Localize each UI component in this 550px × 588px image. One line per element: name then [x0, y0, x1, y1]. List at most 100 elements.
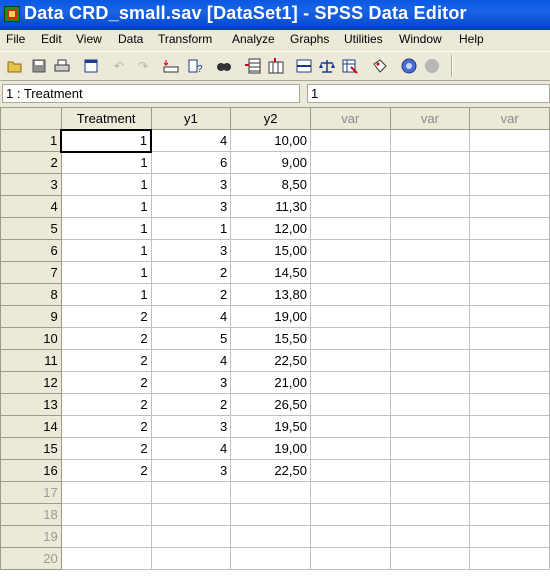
row-number[interactable]: 8 — [0, 283, 62, 306]
empty-cell[interactable] — [309, 547, 391, 570]
column-header-var[interactable]: var — [389, 107, 471, 130]
row-number[interactable]: 2 — [0, 151, 62, 174]
data-cell[interactable]: 9,00 — [230, 151, 311, 174]
data-cell[interactable]: 2 — [60, 437, 152, 460]
empty-cell[interactable] — [389, 151, 471, 174]
empty-cell[interactable] — [389, 217, 471, 240]
data-cell[interactable]: 3 — [150, 173, 232, 196]
empty-cell[interactable] — [469, 217, 550, 240]
empty-cell[interactable] — [389, 393, 471, 416]
show-all-icon[interactable] — [424, 58, 440, 74]
data-cell[interactable]: 3 — [150, 195, 232, 218]
row-number[interactable]: 18 — [0, 503, 62, 526]
data-cell[interactable]: 22,50 — [230, 459, 311, 482]
data-cell[interactable]: 2 — [60, 371, 152, 394]
empty-cell[interactable] — [469, 437, 550, 460]
empty-cell[interactable] — [309, 481, 391, 504]
data-cell[interactable]: 1 — [60, 173, 152, 196]
row-number[interactable]: 13 — [0, 393, 62, 416]
empty-cell[interactable] — [389, 437, 471, 460]
empty-cell[interactable] — [389, 261, 471, 284]
empty-cell[interactable] — [469, 195, 550, 218]
row-number[interactable]: 17 — [0, 481, 62, 504]
empty-cell[interactable] — [389, 129, 471, 152]
weight-cases-icon[interactable] — [319, 58, 335, 74]
data-cell[interactable]: 1 — [60, 283, 152, 306]
empty-cell[interactable] — [389, 415, 471, 438]
data-cell[interactable]: 4 — [150, 129, 232, 152]
data-cell[interactable]: 19,00 — [230, 305, 311, 328]
value-labels-icon[interactable] — [372, 58, 388, 74]
empty-cell[interactable] — [469, 503, 550, 526]
split-file-icon[interactable] — [296, 58, 312, 74]
menu-analyze[interactable]: Analyze — [232, 32, 275, 46]
data-cell[interactable]: 13,80 — [230, 283, 311, 306]
select-cases-icon[interactable] — [342, 58, 358, 74]
empty-cell[interactable] — [309, 261, 391, 284]
data-cell[interactable]: 11,30 — [230, 195, 311, 218]
title-bar[interactable]: Data CRD_small.sav [DataSet1] - SPSS Dat… — [0, 0, 550, 30]
variables-icon[interactable]: ? — [187, 58, 203, 75]
data-cell[interactable]: 19,50 — [230, 415, 311, 438]
row-number[interactable]: 3 — [0, 173, 62, 196]
redo-icon[interactable]: ↷ — [135, 58, 151, 74]
row-number[interactable]: 7 — [0, 261, 62, 284]
column-header-y1[interactable]: y1 — [150, 107, 232, 130]
menu-data[interactable]: Data — [118, 32, 143, 46]
data-cell[interactable]: 15,50 — [230, 327, 311, 350]
data-cell[interactable]: 2 — [60, 327, 152, 350]
data-cell[interactable]: 4 — [150, 305, 232, 328]
data-cell[interactable]: 22,50 — [230, 349, 311, 372]
menu-view[interactable]: View — [76, 32, 102, 46]
active-cell[interactable]: 1 — [60, 128, 153, 153]
empty-cell[interactable] — [309, 437, 391, 460]
empty-cell[interactable] — [469, 151, 550, 174]
data-cell[interactable]: 2 — [60, 393, 152, 416]
data-cell[interactable]: 8,50 — [230, 173, 311, 196]
empty-cell[interactable] — [469, 349, 550, 372]
menu-graphs[interactable]: Graphs — [290, 32, 329, 46]
empty-cell[interactable] — [389, 481, 471, 504]
empty-cell[interactable] — [389, 305, 471, 328]
data-cell[interactable]: 1 — [60, 151, 152, 174]
empty-cell[interactable] — [309, 283, 391, 306]
insert-cases-icon[interactable] — [245, 58, 261, 74]
data-cell[interactable]: 3 — [150, 239, 232, 262]
empty-cell[interactable] — [469, 393, 550, 416]
empty-cell[interactable] — [150, 503, 232, 526]
empty-cell[interactable] — [469, 283, 550, 306]
undo-icon[interactable]: ↶ — [111, 58, 127, 74]
empty-cell[interactable] — [309, 239, 391, 262]
data-cell[interactable]: 1 — [60, 261, 152, 284]
empty-cell[interactable] — [150, 481, 232, 504]
empty-cell[interactable] — [469, 261, 550, 284]
empty-cell[interactable] — [309, 151, 391, 174]
row-number[interactable]: 5 — [0, 217, 62, 240]
empty-cell[interactable] — [60, 503, 152, 526]
empty-cell[interactable] — [309, 371, 391, 394]
row-number[interactable]: 20 — [0, 547, 62, 570]
empty-cell[interactable] — [150, 547, 232, 570]
data-cell[interactable]: 6 — [150, 151, 232, 174]
row-number[interactable]: 19 — [0, 525, 62, 548]
data-cell[interactable]: 15,00 — [230, 239, 311, 262]
empty-cell[interactable] — [389, 525, 471, 548]
empty-cell[interactable] — [309, 129, 391, 152]
empty-cell[interactable] — [309, 195, 391, 218]
row-number[interactable]: 4 — [0, 195, 62, 218]
empty-cell[interactable] — [469, 129, 550, 152]
data-cell[interactable]: 3 — [150, 371, 232, 394]
menu-utilities[interactable]: Utilities — [344, 32, 383, 46]
data-cell[interactable]: 2 — [60, 305, 152, 328]
data-cell[interactable]: 2 — [150, 261, 232, 284]
empty-cell[interactable] — [389, 195, 471, 218]
empty-cell[interactable] — [309, 217, 391, 240]
empty-cell[interactable] — [469, 481, 550, 504]
data-cell[interactable]: 2 — [150, 283, 232, 306]
empty-cell[interactable] — [389, 327, 471, 350]
empty-cell[interactable] — [230, 547, 311, 570]
empty-cell[interactable] — [309, 173, 391, 196]
empty-cell[interactable] — [60, 525, 152, 548]
data-cell[interactable]: 2 — [60, 415, 152, 438]
data-cell[interactable]: 2 — [60, 349, 152, 372]
